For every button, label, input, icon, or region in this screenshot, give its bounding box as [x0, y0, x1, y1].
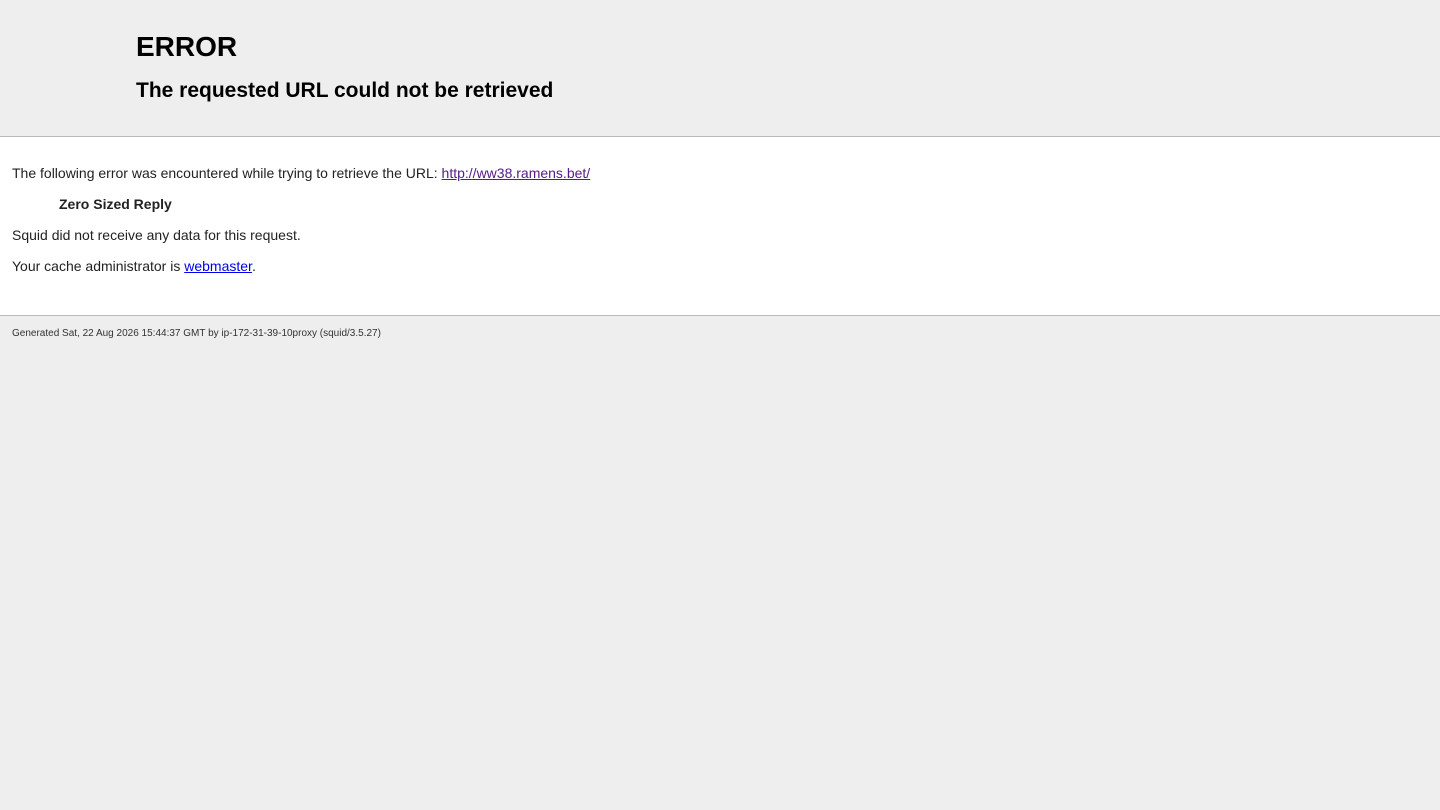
requested-url-link[interactable]: http://ww38.ramens.bet/ [442, 165, 591, 181]
error-header: ERROR The requested URL could not be ret… [0, 0, 1440, 137]
error-description: Squid did not receive any data for this … [12, 227, 301, 243]
intro-text: The following error was encountered whil… [12, 165, 442, 181]
webmaster-link[interactable]: webmaster [184, 258, 252, 274]
intro-paragraph: The following error was encountered whil… [12, 164, 1428, 182]
footer: Generated Sat, 22 Aug 2026 15:44:37 GMT … [0, 316, 1440, 341]
error-name: Zero Sized Reply [59, 196, 172, 212]
admin-paragraph: Your cache administrator is webmaster. [12, 257, 1428, 275]
admin-suffix: . [251, 258, 256, 274]
generated-info: Generated Sat, 22 Aug 2026 15:44:37 GMT … [12, 328, 381, 339]
admin-text: Your cache administrator is [12, 258, 185, 274]
page-title: ERROR [136, 31, 238, 62]
page-subtitle: The requested URL could not be retrieved [136, 79, 554, 102]
error-content: The following error was encountered whil… [0, 137, 1440, 316]
